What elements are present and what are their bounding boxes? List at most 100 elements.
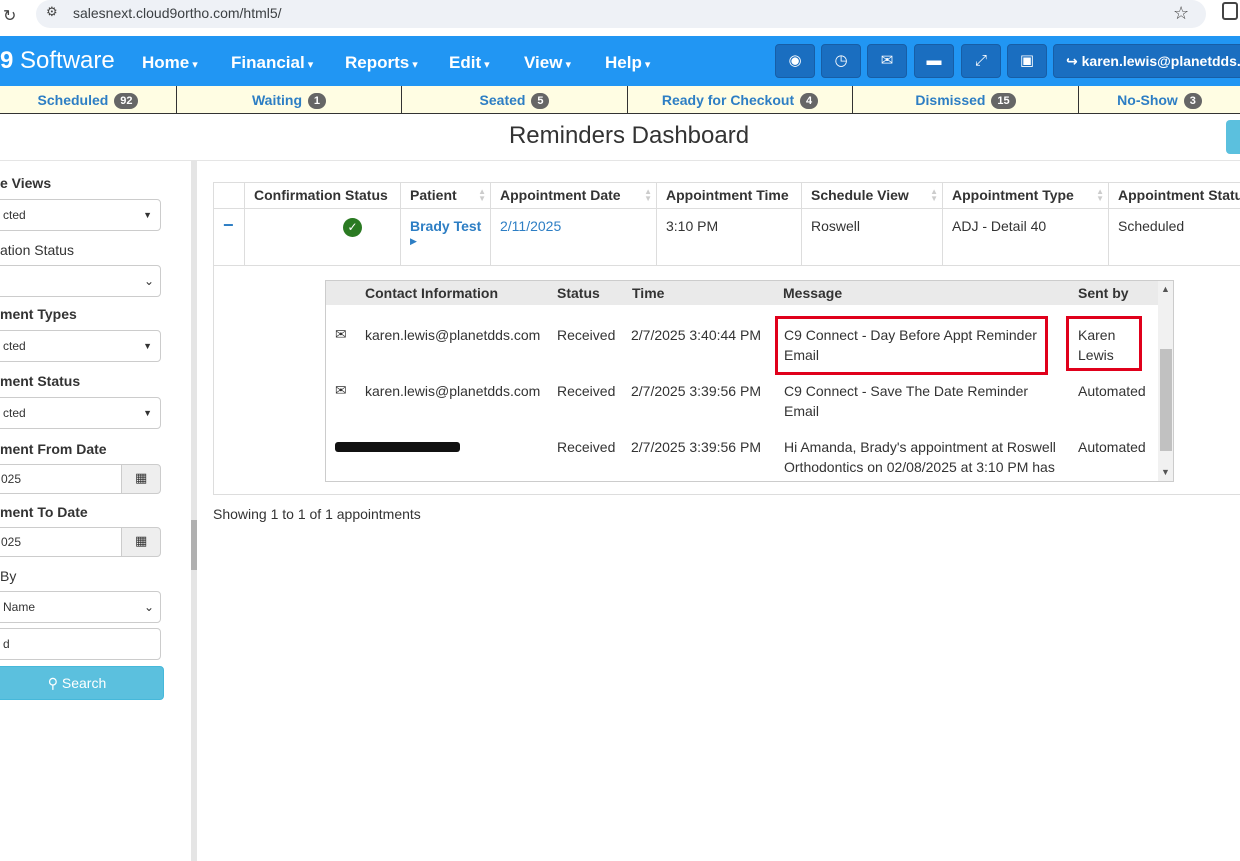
check-circle-icon: ✓ [343,218,362,237]
messages-scrollbar[interactable]: ▲ ▼ [1158,281,1173,481]
from-date-label: ment From Date [0,441,107,457]
message-contact: karen.lewis@planetdds.com [365,383,541,399]
column-header-message: Message [783,285,843,301]
sort-icon: ▲ ▼ [644,187,652,203]
splitter-handle[interactable] [191,520,197,570]
status-badge: 15 [991,93,1016,109]
status-waiting[interactable]: Waiting 1 [177,86,402,114]
from-date-input[interactable]: 025 [0,464,122,494]
status-badge: 92 [114,93,139,109]
column-header-schedule-view[interactable]: Schedule View ▲ ▼ [801,183,942,209]
menu-home[interactable]: Home [142,53,198,73]
clock-button[interactable]: ◷ [821,44,861,78]
menu-help[interactable]: Help [605,53,650,73]
eye-slash-button[interactable]: ◉ [775,44,815,78]
to-date-input[interactable]: 025 [0,527,122,557]
reminder-messages-table: Contact Information Status Time Message … [325,280,1174,482]
schedule-views-select[interactable]: cted ▼ [0,199,161,231]
chat-button[interactable]: ▬ [914,44,954,78]
table-header: Confirmation Status Patient ▲ ▼ Appointmen… [213,182,1240,209]
caret-down-icon: ▼ [143,341,152,351]
patient-cell: Brady Test ▶ [400,209,490,265]
column-header-confirmation-status[interactable]: Confirmation Status [244,183,400,209]
sort-icon: ▲ ▼ [1096,187,1104,203]
url-text[interactable]: salesnext.cloud9ortho.com/html5/ [73,5,282,21]
status-scheduled[interactable]: Scheduled 92 [0,86,177,114]
menu-financial[interactable]: Financial [231,53,313,73]
patient-link[interactable]: Brady Test [410,218,481,234]
message-text-line1: C9 Connect - Save The Date Reminder [784,383,1029,399]
sort-icon: ▲ ▼ [478,187,486,203]
column-header-patient[interactable]: Patient ▲ ▼ [400,183,490,209]
status-badge: 5 [531,93,550,109]
from-date-calendar-button[interactable]: ▦ [121,464,161,494]
scroll-down-icon[interactable]: ▼ [1161,467,1170,477]
caret-right-icon[interactable]: ▶ [410,236,481,247]
chat-icon: ▬ [926,52,942,69]
brand-logo[interactable]: 9 Software [0,47,115,75]
page-title: Reminders Dashboard [508,122,750,149]
schedule-view-cell: Roswell [801,209,942,265]
message-status: Received [557,383,616,399]
site-settings-icon[interactable]: ⚙ [46,4,58,20]
fullscreen-button[interactable]: ⤢ [961,44,1001,78]
lock-button[interactable]: ▣ [1007,44,1047,78]
appointment-types-select[interactable]: cted ▼ [0,330,161,362]
confirmation-status-select[interactable]: ⌄ [0,265,161,297]
scrollbar-thumb[interactable] [1160,349,1172,451]
search-text-input[interactable]: d [0,628,161,660]
menu-view[interactable]: View [524,53,571,73]
lock-icon: ▣ [1019,52,1035,69]
status-seated[interactable]: Seated 5 [402,86,628,114]
column-header-appointment-type[interactable]: Appointment Type ▲ ▼ [942,183,1108,209]
clock-icon: ◷ [834,52,848,69]
status-ready-for-checkout[interactable]: Ready for Checkout 4 [628,86,853,114]
search-button[interactable]: ⚲ Search [0,666,164,700]
envelope-icon: ✉ [335,326,347,342]
search-by-select[interactable]: Name ⌄ [0,591,161,623]
mail-button[interactable]: ✉ [867,44,907,78]
column-header-contact: Contact Information [365,285,498,301]
status-no-show[interactable]: No-Show 3 [1079,86,1240,114]
to-date-calendar-button[interactable]: ▦ [121,527,161,557]
appointment-type-cell: ADJ - Detail 40 [942,209,1108,265]
table-info-text: Showing 1 to 1 of 1 appointments [213,506,421,522]
message-status: Received [557,327,616,343]
message-status: Received [557,439,616,455]
menu-reports[interactable]: Reports [345,53,418,73]
calendar-icon: ▦ [135,533,148,548]
status-dismissed[interactable]: Dismissed 15 [853,86,1079,114]
chevron-down-icon: ⌄ [143,600,154,614]
sign-out-icon: ↪ [1066,53,1078,69]
message-time: 2/7/2025 3:39:56 PM [631,439,761,455]
message-contact: karen.lewis@planetdds.com [365,327,541,343]
table-row: − ✓ Brady Test ▶ 2/11/2025 3:10 PM Roswel… [213,209,1240,266]
menu-edit[interactable]: Edit [449,53,490,73]
user-logout-button[interactable]: ↪ karen.lewis@planetdds.com [1053,44,1240,78]
column-header-appointment-date[interactable]: Appointment Date ▲ ▼ [490,183,656,209]
star-icon[interactable]: ☆ [1173,3,1189,24]
top-right-action-button[interactable] [1226,120,1240,154]
browser-bar: ↻ ⚙ salesnext.cloud9ortho.com/html5/ ☆ [0,0,1240,36]
message-text-line1: Hi Amanda, Brady's appointment at Roswel… [784,439,1056,455]
appointment-date-link[interactable]: 2/11/2025 [500,218,561,234]
messages-header: Contact Information Status Time Message … [326,281,1158,305]
expand-icon: ⤢ [974,52,987,69]
column-header-appointment-time[interactable]: Appointment Time [656,183,801,209]
reload-icon[interactable]: ↻ [3,6,16,26]
message-text-line2: Orthodontics on 02/08/2025 at 3:10 PM ha… [784,459,1055,475]
eye-slash-icon: ◉ [788,52,802,69]
appointment-status-select[interactable]: cted ▼ [0,397,161,429]
sort-icon: ▲ ▼ [930,187,938,203]
calendar-icon: ▦ [135,470,148,485]
column-header-appointment-status[interactable]: Appointment Status [1108,183,1240,209]
appointment-status-label: ment Status [0,373,81,389]
panel-splitter[interactable] [191,161,197,861]
column-header-time: Time [632,285,665,301]
scroll-up-icon[interactable]: ▲ [1161,284,1170,294]
highlight-box-message [775,316,1048,375]
extensions-icon[interactable] [1222,2,1238,20]
message-time: 2/7/2025 3:39:56 PM [631,383,761,399]
caret-down-icon: ▼ [143,408,152,418]
collapse-row-button[interactable]: − [213,209,244,265]
